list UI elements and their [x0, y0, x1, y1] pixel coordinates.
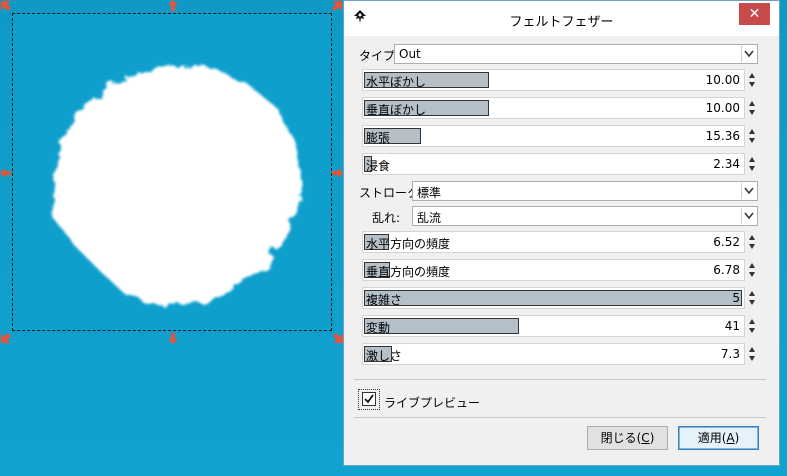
blur-v-value: 10.00 [705, 101, 740, 115]
divider [354, 379, 766, 380]
scale-handle-bottom-left-icon[interactable] [0, 332, 12, 344]
erode-spinner-icon[interactable] [747, 153, 757, 175]
erode-row: 浸食 2.34 [358, 153, 758, 175]
blur-h-spinner-icon[interactable] [747, 69, 757, 91]
apply-button[interactable]: 適用(A) [678, 426, 759, 450]
blur-v-slider[interactable]: 垂直ぼかし 10.00 [362, 97, 745, 119]
scale-handle-bottom-icon[interactable] [166, 333, 180, 345]
turbulence-dropdown[interactable]: 乱流 [412, 206, 758, 226]
blur-h-value: 10.00 [705, 73, 740, 87]
freq-v-value: 6.78 [713, 263, 740, 277]
freq-h-label: 水平方向の頻度 [366, 237, 451, 251]
stroke-row: ストローク: 標準 [358, 181, 758, 203]
freq-v-label: 垂直方向の頻度 [366, 265, 451, 279]
turbulence-label: 乱れ: [372, 211, 401, 225]
scale-handle-top-right-icon[interactable] [331, 0, 343, 12]
blur-h-slider[interactable]: 水平ぼかし 10.00 [362, 69, 745, 91]
dilate-value: 15.36 [705, 129, 740, 143]
live-preview-label: ライブプレビュー [384, 396, 481, 410]
freq-h-slider[interactable]: 水平方向の頻度 6.52 [362, 231, 745, 253]
blur-v-spinner-icon[interactable] [747, 97, 757, 119]
complexity-label: 複雑さ [366, 293, 403, 307]
freq-v-slider[interactable]: 垂直方向の頻度 6.78 [362, 259, 745, 281]
variation-value: 41 [724, 319, 740, 333]
selection-marquee [12, 13, 332, 331]
freq-h-row: 水平方向の頻度 6.52 [358, 231, 758, 253]
freq-v-row: 垂直方向の頻度 6.78 [358, 259, 758, 281]
chevron-down-icon[interactable] [741, 183, 756, 199]
erode-value: 2.34 [713, 157, 740, 171]
intensity-label: 激しさ [366, 349, 403, 363]
freq-v-spinner-icon[interactable] [747, 259, 757, 281]
complexity-spinner-icon[interactable] [747, 287, 757, 309]
intensity-row: 激しさ 7.3 [358, 343, 758, 365]
scale-handle-top-icon[interactable] [166, 0, 180, 12]
complexity-fill [364, 290, 742, 306]
dilate-row: 膨張 15.36 [358, 125, 758, 147]
scale-handle-left-icon[interactable] [0, 166, 12, 180]
dialog-title: フェルトフェザー [509, 15, 614, 30]
complexity-slider[interactable]: 複雑さ 5 [362, 287, 745, 309]
chevron-down-icon[interactable] [741, 46, 756, 62]
close-button[interactable]: 閉じる(C) [587, 426, 668, 450]
dilate-label: 膨張 [366, 131, 391, 145]
felt-feather-dialog: フェルトフェザー ✕ タイプ: Out 水平ぼかし 10.00 垂直ぼかし 10… [343, 0, 780, 466]
freq-h-spinner-icon[interactable] [747, 231, 757, 253]
variation-slider[interactable]: 変動 41 [362, 315, 745, 337]
dilate-spinner-icon[interactable] [747, 125, 757, 147]
apply-button-end: ) [734, 431, 740, 445]
turbulence-row: 乱れ: 乱流 [358, 206, 758, 228]
close-button-accel: C [641, 431, 650, 445]
divider [354, 417, 766, 418]
intensity-slider[interactable]: 激しさ 7.3 [362, 343, 745, 365]
close-window-icon[interactable]: ✕ [739, 3, 770, 25]
title-bar[interactable]: フェルトフェザー ✕ [344, 1, 779, 36]
type-row: タイプ: Out [358, 44, 758, 66]
complexity-value: 5 [732, 291, 740, 305]
stroke-value: 標準 [417, 186, 442, 200]
intensity-value: 7.3 [720, 347, 740, 361]
variation-row: 変動 41 [358, 315, 758, 337]
blur-v-label: 垂直ぼかし [366, 103, 427, 117]
type-value: Out [399, 47, 421, 61]
scale-handle-top-left-icon[interactable] [0, 0, 14, 14]
turbulence-value: 乱流 [417, 211, 442, 225]
type-dropdown[interactable]: Out [394, 44, 758, 64]
chevron-down-icon[interactable] [741, 208, 756, 224]
stroke-dropdown[interactable]: 標準 [412, 181, 758, 201]
erode-slider[interactable]: 浸食 2.34 [362, 153, 745, 175]
intensity-spinner-icon[interactable] [747, 343, 757, 365]
complexity-row: 複雑さ 5 [358, 287, 758, 309]
live-preview-checkbox[interactable] [362, 392, 376, 406]
close-button-label: 閉じる( [600, 431, 642, 445]
variation-label: 変動 [366, 321, 391, 335]
close-button-end: ) [649, 431, 655, 445]
blur-h-row: 水平ぼかし 10.00 [358, 69, 758, 91]
apply-button-accel: A [726, 431, 735, 445]
dilate-slider[interactable]: 膨張 15.36 [362, 125, 745, 147]
blur-h-label: 水平ぼかし [366, 75, 427, 89]
freq-h-value: 6.52 [713, 235, 740, 249]
blur-v-row: 垂直ぼかし 10.00 [358, 97, 758, 119]
variation-spinner-icon[interactable] [747, 315, 757, 337]
apply-button-label: 適用( [697, 431, 727, 445]
erode-label: 浸食 [366, 159, 391, 173]
